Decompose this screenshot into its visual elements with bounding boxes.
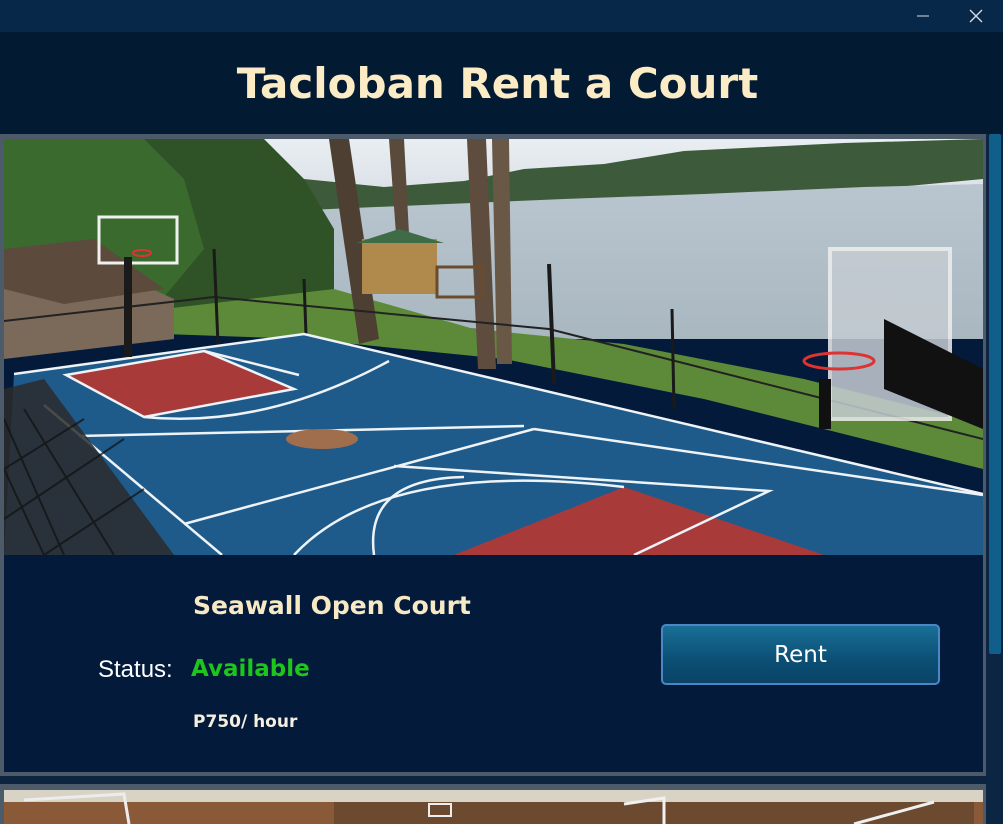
status-label: Status: xyxy=(98,656,173,683)
court-photo xyxy=(4,790,983,824)
scrollbar-thumb[interactable] xyxy=(989,134,1001,654)
court-photo xyxy=(4,139,983,555)
indoor-court-image xyxy=(4,790,983,824)
window-titlebar xyxy=(0,0,1003,32)
status-value: Available xyxy=(191,656,310,682)
outdoor-court-image xyxy=(4,139,983,555)
price-label: P750/ hour xyxy=(193,712,298,732)
court-name: Seawall Open Court xyxy=(193,591,471,620)
rent-button[interactable]: Rent xyxy=(661,624,940,685)
app-title: Tacloban Rent a Court xyxy=(236,59,759,108)
minimize-button[interactable] xyxy=(900,0,946,32)
close-icon xyxy=(969,9,983,23)
court-card xyxy=(0,784,986,824)
minimize-icon xyxy=(917,15,929,17)
close-button[interactable] xyxy=(953,0,999,32)
